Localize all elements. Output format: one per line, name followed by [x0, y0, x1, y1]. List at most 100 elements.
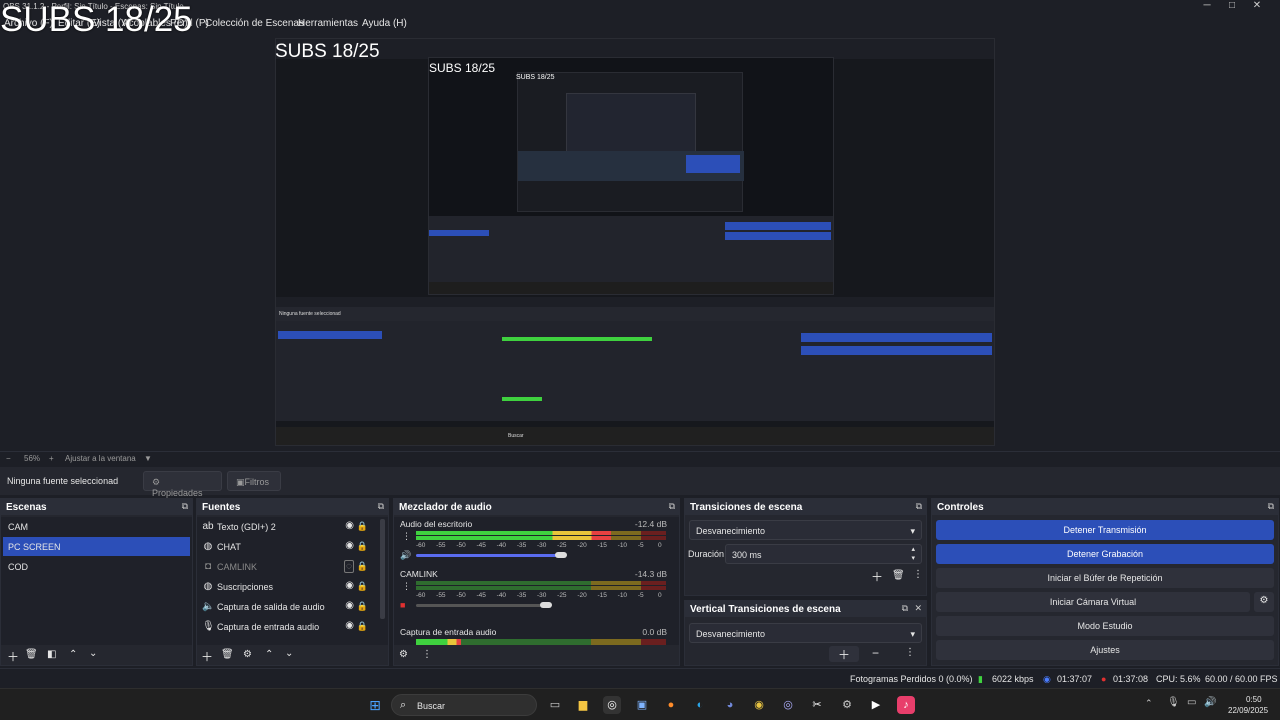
app-icon[interactable]: ◎	[779, 696, 797, 714]
eye-icon[interactable]: ◉	[345, 620, 354, 631]
close-button[interactable]: ✕	[1246, 0, 1268, 11]
source-item[interactable]: 🔈 Captura de salida de audio ◉ 🔒	[200, 597, 376, 617]
remove-transition-button[interactable]: 🗑	[892, 570, 905, 581]
obs-icon[interactable]: ◎	[603, 696, 621, 714]
lock-icon[interactable]: 🔒	[357, 541, 368, 552]
scene-item-cam[interactable]: CAM	[3, 517, 190, 536]
mixer-settings-icon[interactable]: ⚙	[399, 649, 408, 660]
eye-icon[interactable]: ◉	[345, 540, 354, 551]
eye-icon[interactable]: ◉	[345, 600, 354, 611]
add-scene-button[interactable]: ＋	[7, 648, 19, 665]
clock-date[interactable]: 22/09/2025	[1228, 706, 1268, 715]
zoom-in-button[interactable]: +	[49, 454, 54, 463]
source-item[interactable]: 🎙 Captura de entrada audio ◉ 🔒	[200, 617, 376, 637]
channel-menu-icon[interactable]: ⋮	[402, 531, 411, 542]
lock-icon[interactable]: 🔒	[357, 521, 368, 532]
remove-scene-button[interactable]: 🗑	[25, 649, 38, 660]
move-down-button[interactable]: ⌄	[89, 648, 97, 659]
zoom-out-button[interactable]: −	[6, 454, 11, 463]
settings-icon[interactable]: ⚙	[838, 696, 856, 714]
studio-mode-button[interactable]: Modo Estudio	[936, 616, 1274, 636]
dock-float-icon[interactable]: ⧉	[378, 501, 384, 512]
microphone-tray-icon[interactable]: 🎙	[1167, 697, 1180, 708]
transition-select[interactable]: Desvanecimiento ▾	[689, 520, 922, 540]
spin-arrows-icon[interactable]: ▴ ▾	[911, 545, 915, 563]
speaker-icon[interactable]: 🔊	[400, 550, 411, 561]
move-down-button[interactable]: ⌄	[285, 648, 293, 659]
dock-float-icon[interactable]: ⧉	[182, 501, 188, 512]
volume-slider[interactable]	[416, 554, 561, 557]
discord-icon[interactable]: ◕	[721, 696, 739, 714]
tray-chevron-icon[interactable]: ⌃	[1145, 698, 1153, 709]
start-virtual-camera-button[interactable]: Iniciar Cámara Virtual	[936, 592, 1250, 612]
start-replay-buffer-button[interactable]: Iniciar el Búfer de Repetición	[936, 568, 1274, 588]
move-up-button[interactable]: ⌃	[265, 649, 273, 660]
scene-item-pc-screen[interactable]: PC SCREEN	[3, 537, 190, 556]
db-tick-label: -50	[456, 542, 466, 549]
edge-icon[interactable]: ◐	[691, 696, 709, 714]
dock-float-icon[interactable]: ⧉	[1268, 501, 1274, 512]
muted-speaker-icon[interactable]: ■	[400, 600, 405, 610]
dock-float-icon[interactable]: ⧉	[916, 501, 922, 512]
move-up-button[interactable]: ⌃	[69, 649, 77, 660]
add-transition-button[interactable]: ＋	[871, 568, 883, 585]
source-properties-button[interactable]: ⚙	[243, 649, 252, 660]
close-icon[interactable]: ✕	[914, 603, 922, 614]
settings-button[interactable]: Ajustes	[936, 640, 1274, 660]
source-item[interactable]: ab Texto (GDI+) 2 ◉ 🔒	[200, 517, 376, 537]
network-icon[interactable]: ▭	[1187, 697, 1196, 708]
lock-icon[interactable]: 🔒	[357, 561, 368, 572]
tiktok-icon[interactable]: ♪	[897, 696, 915, 714]
virtual-camera-settings-button[interactable]: ⚙	[1254, 592, 1274, 612]
taskbar-search[interactable]: ⌕ Buscar	[391, 694, 537, 716]
lock-icon[interactable]: 🔒	[357, 581, 368, 592]
add-vtransition-button[interactable]: ＋	[829, 646, 859, 662]
add-source-button[interactable]: ＋	[201, 648, 213, 665]
properties-button[interactable]: ⚙ Propiedades	[143, 471, 222, 498]
firefox-icon[interactable]: ●	[662, 696, 680, 714]
source-item[interactable]: ◍ Suscripciones ◉ 🔒	[200, 577, 376, 597]
channel-menu-icon[interactable]: ⋮	[402, 581, 411, 592]
dock-float-icon[interactable]: ⧉	[902, 603, 908, 614]
stop-recording-button[interactable]: Detener Grabación	[936, 544, 1274, 564]
task-view-icon[interactable]: ▭	[546, 696, 564, 714]
eye-icon[interactable]: ◉	[345, 520, 354, 531]
fit-window-button[interactable]: Ajustar a la ventana	[65, 454, 136, 463]
scene-filters-button[interactable]: ◧	[47, 649, 56, 660]
zoom-dropdown-icon[interactable]: ▼	[144, 454, 152, 463]
vtransition-menu-icon[interactable]: ⋮	[905, 647, 915, 658]
remove-source-button[interactable]: 🗑	[221, 649, 234, 660]
windows-start-icon[interactable]: ⊞	[366, 696, 384, 714]
volume-slider-knob[interactable]	[555, 552, 567, 558]
filters-button[interactable]: ▣Filtros	[227, 471, 281, 491]
scene-item-cod[interactable]: COD	[3, 557, 190, 576]
volume-slider-knob[interactable]	[540, 602, 552, 608]
eye-hidden-icon[interactable]: ◌	[344, 560, 354, 573]
duration-spinbox[interactable]: 300 ms ▴ ▾	[725, 544, 922, 564]
store-icon[interactable]: ▣	[633, 696, 651, 714]
volume-icon[interactable]: 🔊	[1204, 697, 1216, 708]
volume-slider[interactable]	[416, 604, 546, 607]
mixer-menu-icon[interactable]: ⋮	[422, 649, 432, 660]
scrollbar[interactable]	[380, 519, 385, 619]
chrome-icon[interactable]: ◉	[750, 696, 768, 714]
minimize-button[interactable]: ─	[1196, 0, 1218, 11]
menu-ayuda[interactable]: Ayuda (H)	[362, 18, 407, 29]
stop-streaming-button[interactable]: Detener Transmisión	[936, 520, 1274, 540]
menu-coleccion-escenas[interactable]: Colección de Escenas	[205, 18, 304, 29]
capcut-icon[interactable]: ✂	[808, 696, 826, 714]
maximize-button[interactable]: □	[1221, 0, 1243, 11]
file-explorer-icon[interactable]: ▆	[574, 696, 592, 714]
vtransition-select[interactable]: Desvanecimiento ▾	[689, 623, 922, 643]
lock-icon[interactable]: 🔒	[357, 601, 368, 612]
transition-menu-icon[interactable]: ⋮	[913, 569, 923, 580]
source-item[interactable]: ◘ CAMLINK ◌ 🔒	[200, 557, 376, 577]
media-player-icon[interactable]: ▶	[867, 696, 885, 714]
eye-icon[interactable]: ◉	[345, 580, 354, 591]
dock-float-icon[interactable]: ⧉	[669, 501, 675, 512]
lock-icon[interactable]: 🔒	[357, 621, 368, 632]
menu-herramientas[interactable]: Herramientas	[298, 18, 358, 29]
source-item[interactable]: ◍ CHAT ◉ 🔒	[200, 537, 376, 557]
remove-vtransition-button[interactable]: −	[872, 646, 879, 660]
clock-time[interactable]: 0:50	[1246, 695, 1262, 704]
